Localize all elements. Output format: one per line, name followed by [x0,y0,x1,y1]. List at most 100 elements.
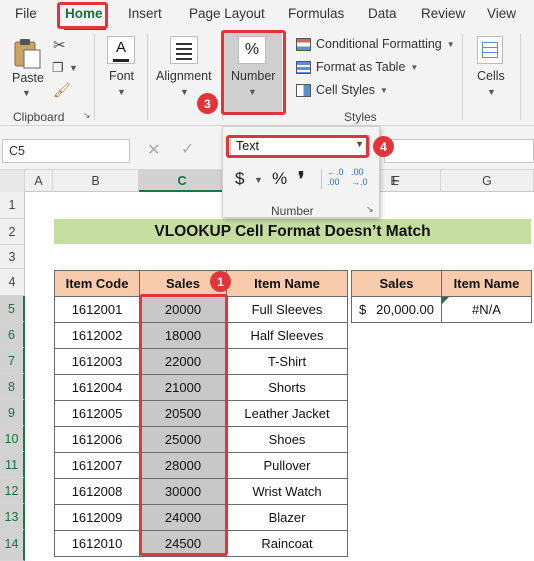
cancel-icon[interactable]: ✕ [147,140,160,160]
item-name-cell[interactable]: Half Sleeves [226,322,348,349]
item-name-cell[interactable]: Wrist Watch [226,478,348,505]
copy-icon[interactable]: ❐ [52,60,64,76]
tab-data[interactable]: Data [368,6,397,21]
column-header-g[interactable]: G [441,170,534,192]
item-name-cell[interactable]: Full Sleeves [226,296,348,323]
item-code-cell[interactable]: 1612004 [54,374,140,401]
group-separator [520,34,521,120]
clipboard-launcher-icon[interactable]: ↘ [83,110,91,121]
cell-styles-label: Cell Styles [316,83,376,97]
tab-review[interactable]: Review [421,6,465,21]
increase-decimal-button[interactable]: ←.0 .00 [327,167,344,187]
format-as-table-label: Format as Table [316,60,406,74]
cell-styles-button[interactable]: Cell Styles ▼ [296,80,388,100]
row-header-4[interactable]: 4 [0,269,25,296]
item-code-cell[interactable]: 1612007 [54,452,140,479]
row-header-13[interactable]: 13 [0,504,25,530]
alignment-chevron-icon[interactable]: ▼ [180,87,189,97]
table-header-item-code[interactable]: Item Code [54,270,140,297]
cells-icon[interactable] [477,36,503,64]
row-header-11[interactable]: 11 [0,452,25,478]
conditional-formatting-button[interactable]: Conditional Formatting ▼ [296,34,455,54]
row-header-3[interactable]: 3 [0,245,25,269]
error-indicator-icon [442,297,449,304]
lookup-sales-cell[interactable]: $ 20,000.00 [351,296,442,323]
item-code-cell[interactable]: 1612003 [54,348,140,375]
table-header-item-name[interactable]: Item Name [226,270,348,297]
column-header-c[interactable]: C [139,170,226,192]
alignment-icon[interactable] [170,36,198,64]
font-icon[interactable]: A [107,36,135,64]
font-label: Font [109,69,135,83]
group-separator [462,34,463,120]
item-code-cell[interactable]: 1612008 [54,478,140,505]
item-name-cell[interactable]: Shoes [226,426,348,453]
column-header-b[interactable]: B [53,170,139,192]
lookup-header-sales[interactable]: Sales [351,270,442,297]
number-button-highlight [221,30,286,115]
format-as-table-chevron-icon: ▼ [410,62,419,72]
tab-file[interactable]: File [15,6,37,21]
item-name-cell[interactable]: Blazer [226,504,348,531]
row-header-9[interactable]: 9 [0,400,25,426]
item-name-cell[interactable]: Leather Jacket [226,400,348,427]
row-header-1[interactable]: 1 [0,192,25,219]
row-header-2[interactable]: 2 [0,219,25,245]
paste-button[interactable] [12,38,42,73]
cell-styles-icon [296,83,311,97]
cells-label: Cells [477,69,505,83]
row-header-6[interactable]: 6 [0,322,25,348]
comma-style-button[interactable]: ❜ [298,167,304,192]
format-as-table-button[interactable]: Format as Table ▼ [296,57,418,77]
tab-insert[interactable]: Insert [128,6,162,21]
format-painter-icon[interactable]: 🖌 [53,82,71,99]
cell-styles-chevron-icon: ▼ [380,85,388,95]
item-name-cell[interactable]: Pullover [226,452,348,479]
row-header-10[interactable]: 10 [0,426,25,452]
cells-chevron-icon[interactable]: ▼ [487,87,496,97]
sales-range-highlight [139,294,228,556]
number-group-label: Number [271,204,314,218]
sheet-title[interactable]: VLOOKUP Cell Format Doesn’t Match [54,219,531,244]
lookup-result-cell[interactable]: #N/A [441,296,532,323]
item-name-cell[interactable]: T-Shirt [226,348,348,375]
row-header-12[interactable]: 12 [0,478,25,504]
currency-format-button[interactable]: $ [235,169,244,189]
tab-formulas[interactable]: Formulas [288,6,344,21]
step-badge-3: 3 [197,93,218,114]
formula-input[interactable] [384,139,534,163]
paste-icon [14,39,41,69]
name-box[interactable]: C5 [2,139,130,163]
row-header-14[interactable]: 14 [0,530,25,561]
font-chevron-icon[interactable]: ▼ [117,87,126,97]
item-code-cell[interactable]: 1612005 [54,400,140,427]
cut-icon[interactable]: ✂ [53,36,66,54]
panel-separator [321,169,322,189]
column-header-a[interactable]: A [25,170,53,192]
number-launcher-icon[interactable]: ↘ [366,204,374,215]
alignment-label: Alignment [156,69,212,83]
step-badge-4: 4 [373,136,394,157]
conditional-formatting-label: Conditional Formatting [316,37,442,51]
tab-view[interactable]: View [487,6,516,21]
item-name-cell[interactable]: Raincoat [226,530,348,557]
enter-icon[interactable]: ✓ [181,139,194,159]
conditional-formatting-icon [296,37,311,51]
item-code-cell[interactable]: 1612006 [54,426,140,453]
item-name-cell[interactable]: Shorts [226,374,348,401]
currency-chevron-icon[interactable]: ▼ [254,175,263,185]
row-header-5[interactable]: 5 [0,296,25,322]
lookup-header-item-name[interactable]: Item Name [441,270,532,297]
row-header-7[interactable]: 7 [0,348,25,374]
item-code-cell[interactable]: 1612009 [54,504,140,531]
decrease-decimal-button[interactable]: .00 →.0 [351,167,368,187]
item-code-cell[interactable]: 1612001 [54,296,140,323]
select-all-corner[interactable] [0,170,25,192]
item-code-cell[interactable]: 1612002 [54,322,140,349]
item-code-cell[interactable]: 1612010 [54,530,140,557]
paste-chevron-icon[interactable]: ▼ [22,88,31,98]
tab-page-layout[interactable]: Page Layout [189,6,265,21]
percent-style-button[interactable]: % [272,169,287,189]
copy-chevron-icon[interactable]: ▼ [69,63,78,73]
row-header-8[interactable]: 8 [0,374,25,400]
